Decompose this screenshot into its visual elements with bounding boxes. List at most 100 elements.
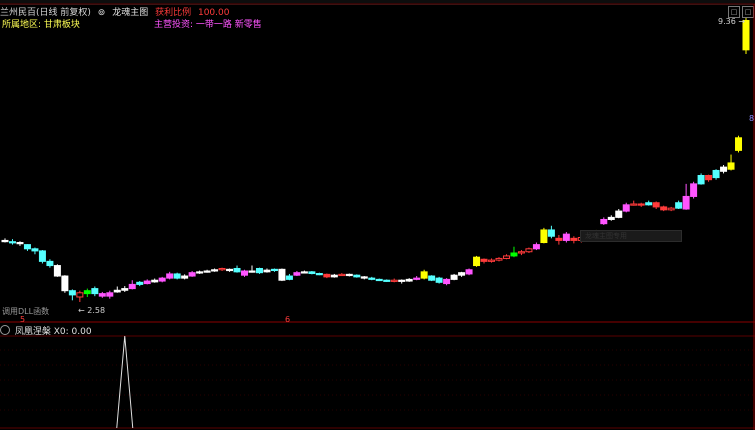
candle-body bbox=[652, 202, 660, 208]
candle-body bbox=[53, 265, 61, 277]
candle-body bbox=[196, 271, 204, 274]
candle-body bbox=[91, 288, 99, 295]
candle-body bbox=[383, 279, 391, 282]
candle-body bbox=[428, 275, 436, 281]
candle-body bbox=[525, 248, 533, 253]
candle-body bbox=[360, 276, 368, 279]
axis-label-b: 6 bbox=[285, 315, 291, 324]
candle-body bbox=[166, 273, 174, 279]
candle-body bbox=[375, 278, 383, 282]
candle-body bbox=[570, 237, 578, 241]
candle-body bbox=[23, 244, 31, 250]
candle-body bbox=[637, 203, 645, 206]
candle-body bbox=[547, 229, 555, 237]
candlestick-chart[interactable] bbox=[0, 0, 755, 430]
candle-body bbox=[540, 229, 548, 244]
candle-body bbox=[622, 204, 630, 212]
candle-body bbox=[697, 174, 705, 185]
candle-body bbox=[278, 268, 286, 281]
low-price-label: ← 2.58 bbox=[78, 306, 106, 315]
candle-body bbox=[241, 270, 249, 276]
candle-body bbox=[1, 239, 9, 243]
candle-body bbox=[502, 255, 510, 259]
candle-body bbox=[173, 273, 181, 279]
candle-body bbox=[368, 277, 376, 280]
candle-body bbox=[510, 252, 518, 257]
axis-label-a: 5 bbox=[20, 315, 26, 324]
candle-body bbox=[398, 279, 406, 282]
candle-body bbox=[136, 281, 144, 285]
candle-body bbox=[308, 271, 316, 275]
candle-body bbox=[143, 280, 151, 285]
candle-body bbox=[712, 169, 720, 179]
candle-body bbox=[8, 241, 16, 244]
watermark: 龙魂主图专用 bbox=[580, 230, 682, 242]
candle-body bbox=[323, 273, 331, 278]
candle-body bbox=[690, 183, 698, 197]
candle-body bbox=[443, 278, 451, 285]
candle-body bbox=[600, 218, 608, 225]
candle-body bbox=[473, 256, 481, 267]
high-price-label: 9.36 → bbox=[718, 17, 746, 26]
candle-body bbox=[233, 267, 241, 273]
candle-body bbox=[353, 274, 361, 278]
candle-body bbox=[31, 248, 39, 252]
candle-body bbox=[121, 288, 129, 291]
candle-body bbox=[645, 202, 653, 206]
candle-body bbox=[38, 250, 46, 262]
candle-body bbox=[300, 271, 308, 274]
dll-label: 调用DLL函数 bbox=[2, 307, 50, 316]
candle-body bbox=[660, 206, 668, 211]
candle-body bbox=[263, 269, 271, 273]
candle-body bbox=[405, 278, 413, 282]
candle-body bbox=[68, 290, 76, 296]
candle-body bbox=[248, 270, 256, 273]
candle-body bbox=[61, 275, 69, 292]
candle-body bbox=[727, 162, 735, 170]
candle-body bbox=[181, 275, 189, 279]
candle-body bbox=[16, 242, 24, 245]
candle-body bbox=[315, 273, 323, 276]
candle-body bbox=[465, 269, 473, 275]
candle-body bbox=[76, 292, 84, 298]
sub-indicator-header: 凤凰涅槃 X0: 0.00 bbox=[0, 324, 92, 337]
candle-body bbox=[630, 203, 638, 206]
candle-body bbox=[675, 202, 683, 209]
sub-indicator-value: X0: 0.00 bbox=[53, 327, 92, 337]
candle-body bbox=[338, 273, 346, 277]
candle-body bbox=[705, 174, 713, 181]
candle-body bbox=[390, 279, 398, 282]
candle-body bbox=[607, 216, 615, 220]
candle-body bbox=[226, 268, 234, 272]
candle-body bbox=[293, 272, 301, 276]
indicator-settings-icon[interactable] bbox=[0, 325, 10, 335]
candle-body bbox=[158, 277, 166, 282]
candle-body bbox=[720, 166, 728, 172]
candle-body bbox=[106, 292, 114, 297]
candle-body bbox=[188, 272, 196, 277]
candle-body bbox=[203, 270, 211, 273]
candle-body bbox=[682, 195, 690, 210]
candle-body bbox=[211, 269, 219, 272]
candle-body bbox=[255, 267, 263, 274]
candle-body bbox=[98, 293, 106, 297]
right-axis-tick: 8 bbox=[749, 114, 755, 123]
candle-body bbox=[413, 277, 421, 280]
candle-body bbox=[450, 274, 458, 280]
candle-body bbox=[480, 258, 488, 262]
candle-body bbox=[151, 279, 159, 283]
candle-body bbox=[113, 289, 121, 293]
candle-body bbox=[285, 275, 293, 280]
sub-indicator-name[interactable]: 凤凰涅槃 bbox=[15, 327, 51, 337]
candle-body bbox=[420, 271, 428, 279]
candle-body bbox=[555, 237, 563, 241]
candle-body bbox=[532, 244, 540, 250]
candle-body bbox=[517, 251, 525, 254]
candle-body bbox=[562, 233, 570, 241]
candle-body bbox=[128, 283, 136, 290]
candle-body bbox=[218, 267, 226, 271]
candle-body bbox=[46, 260, 54, 267]
candle-body bbox=[270, 268, 278, 272]
candle-body bbox=[345, 273, 353, 277]
candle-body bbox=[330, 274, 338, 278]
